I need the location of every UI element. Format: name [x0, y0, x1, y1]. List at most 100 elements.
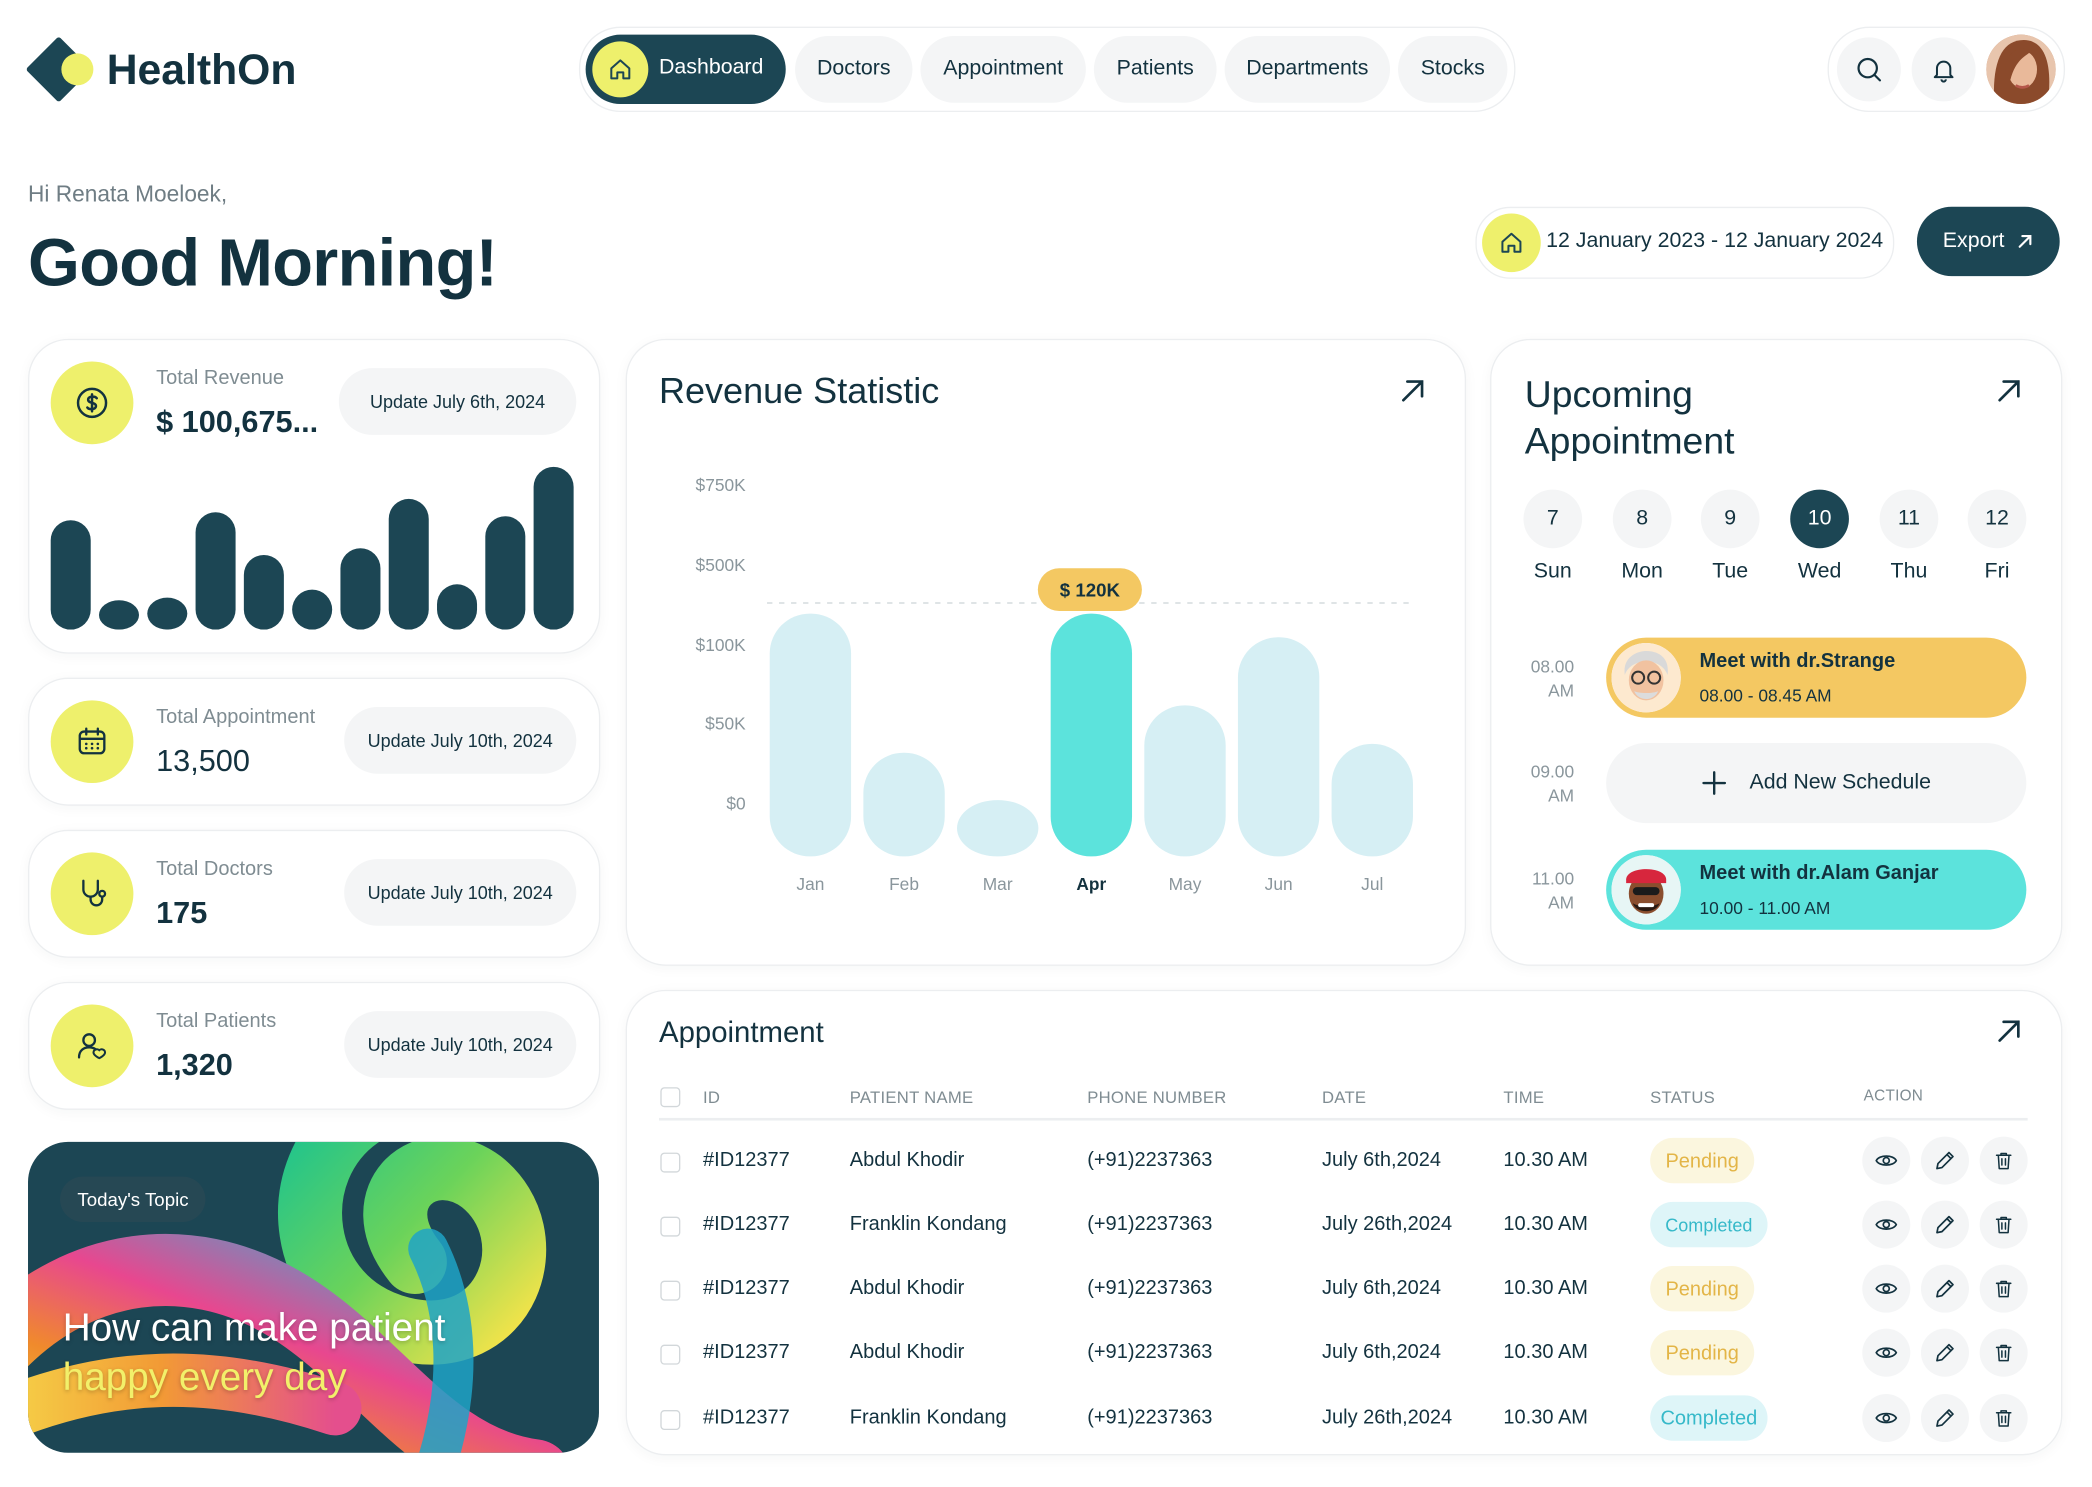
export-button[interactable]: Export	[1916, 206, 2060, 277]
stethoscope-icon	[50, 852, 134, 936]
user-avatar[interactable]	[1986, 34, 2056, 105]
trash-icon	[1993, 1342, 2014, 1363]
appointment-slot-dr-strange[interactable]: Meet with dr.Strange 08.00 - 08.45 AM	[1606, 637, 2027, 718]
slot-title: Meet with dr.Alam Ganjar	[1699, 861, 1939, 885]
revenue-title: Revenue Statistic	[658, 370, 940, 411]
trash-icon	[1993, 1407, 2014, 1428]
appointment-expand-button[interactable]	[1992, 1014, 2027, 1049]
search-icon	[1857, 57, 1882, 82]
row-checkbox[interactable]	[660, 1344, 681, 1365]
x-tick-apr: Apr	[1076, 873, 1107, 894]
mini-revenue-bar	[243, 554, 284, 630]
mini-revenue-bar	[533, 466, 574, 630]
table-cell-id: #ID12377	[703, 1148, 790, 1172]
nav-stocks[interactable]: Stocks	[1398, 36, 1508, 103]
calendar-day-9[interactable]: 9	[1700, 489, 1760, 549]
delete-button[interactable]	[1979, 1394, 2028, 1443]
nav-doctors[interactable]: Doctors	[795, 36, 913, 103]
greeting-hi: Hi Renata Moeloek,	[28, 181, 228, 207]
calendar-day-10-selected[interactable]: 10	[1790, 489, 1849, 549]
revenue-bar-apr[interactable]	[1050, 613, 1133, 857]
total-revenue-label: Total Revenue	[156, 366, 285, 390]
table-cell-time: 10.30 AM	[1503, 1406, 1588, 1429]
table-cell-phone: (+91)2237363	[1087, 1212, 1213, 1236]
search-button[interactable]	[1836, 37, 1901, 102]
logo-icon	[26, 37, 94, 102]
pencil-icon	[1933, 1277, 1957, 1301]
topic-tag: Today's Topic	[60, 1176, 206, 1222]
calendar-icon	[50, 700, 134, 784]
table-cell-id: #ID12377	[703, 1212, 790, 1236]
todays-topic-card[interactable]: Today's Topic How can make patient happy…	[28, 1141, 599, 1453]
delete-button[interactable]	[1979, 1136, 2028, 1185]
column-header-date: DATE	[1321, 1088, 1367, 1108]
revenue-bar-mar[interactable]	[957, 800, 1039, 857]
select-all-checkbox[interactable]	[660, 1087, 681, 1108]
total-doctors-update: Update July 10th, 2024	[344, 859, 577, 926]
view-button[interactable]	[1862, 1136, 1911, 1185]
avatar	[1986, 34, 2056, 105]
calendar-weekday-sun: Sun	[1533, 560, 1572, 583]
table-cell-phone: (+91)2237363	[1087, 1340, 1213, 1364]
topic-line1: How can make patient	[62, 1307, 446, 1351]
view-button[interactable]	[1862, 1328, 1911, 1377]
total-appointment-value: 13,500	[156, 743, 250, 778]
table-cell-time: 10.30 AM	[1503, 1212, 1588, 1236]
row-checkbox[interactable]	[660, 1152, 681, 1173]
eye-icon	[1874, 1277, 1898, 1301]
table-cell-time: 10.30 AM	[1503, 1148, 1588, 1172]
nav-appointment[interactable]: Appointment	[920, 36, 1086, 103]
view-button[interactable]	[1862, 1264, 1911, 1313]
status-badge: Completed	[1650, 1395, 1768, 1441]
nav-departments[interactable]: Departments	[1224, 36, 1391, 103]
edit-button[interactable]	[1920, 1328, 1969, 1377]
revenue-bar-jun[interactable]	[1237, 637, 1320, 857]
calendar-day-12[interactable]: 12	[1967, 489, 2027, 549]
edit-button[interactable]	[1920, 1264, 1969, 1313]
patients-icon	[50, 1004, 134, 1088]
date-range-picker[interactable]: 12 January 2023 - 12 January 2024	[1475, 206, 1895, 279]
notification-button[interactable]	[1911, 37, 1976, 102]
row-checkbox[interactable]	[660, 1410, 681, 1431]
row-checkbox[interactable]	[660, 1216, 681, 1237]
brand-logo[interactable]: HealthOn	[26, 37, 320, 102]
view-button[interactable]	[1862, 1394, 1911, 1443]
mini-revenue-bar	[437, 584, 478, 630]
edit-button[interactable]	[1920, 1200, 1969, 1249]
delete-button[interactable]	[1979, 1264, 2028, 1313]
revenue-bar-may[interactable]	[1144, 705, 1226, 857]
column-header-status: STATUS	[1650, 1088, 1716, 1108]
table-cell-patient-name: Abdul Khodir	[849, 1148, 965, 1172]
table-cell-phone: (+91)2237363	[1087, 1148, 1213, 1172]
calendar-weekday-tue: Tue	[1712, 560, 1749, 583]
appointment-slot-dr-alam-ganjar[interactable]: Meet with dr.Alam Ganjar 10.00 - 11.00 A…	[1606, 849, 2027, 930]
status-badge: Completed	[1650, 1201, 1768, 1248]
nav-dashboard-label: Dashboard	[658, 56, 764, 79]
table-cell-patient-name: Abdul Khodir	[849, 1340, 965, 1364]
calendar-day-11[interactable]: 11	[1879, 489, 1939, 549]
revenue-bar-feb[interactable]	[863, 752, 945, 857]
slot-title: Meet with dr.Strange	[1699, 649, 1896, 673]
calendar-day-7[interactable]: 7	[1523, 489, 1583, 549]
delete-button[interactable]	[1979, 1328, 2028, 1377]
row-checkbox[interactable]	[660, 1280, 681, 1301]
total-patients-label: Total Patients	[156, 1009, 277, 1033]
doctor-avatar	[1611, 855, 1681, 925]
date-range-text: 12 January 2023 - 12 January 2024	[1546, 229, 1884, 253]
edit-button[interactable]	[1920, 1394, 1969, 1443]
table-cell-date: July 26th,2024	[1321, 1212, 1453, 1236]
y-tick-750k: $750K	[695, 474, 746, 495]
nav-patients[interactable]: Patients	[1093, 36, 1217, 103]
revenue-expand-button[interactable]	[1395, 374, 1430, 409]
edit-button[interactable]	[1920, 1136, 1969, 1185]
calendar-day-8[interactable]: 8	[1612, 489, 1672, 549]
upcoming-expand-button[interactable]	[1992, 374, 2027, 409]
column-header-patient-name: PATIENT NAME	[849, 1088, 974, 1108]
revenue-bar-jul[interactable]	[1331, 743, 1413, 857]
revenue-bar-jan[interactable]	[769, 613, 852, 857]
view-button[interactable]	[1862, 1200, 1911, 1249]
add-new-schedule-button[interactable]: Add New Schedule	[1606, 743, 2027, 824]
bell-icon	[1933, 60, 1954, 83]
nav-dashboard[interactable]: Dashboard	[585, 34, 786, 105]
delete-button[interactable]	[1979, 1200, 2028, 1249]
